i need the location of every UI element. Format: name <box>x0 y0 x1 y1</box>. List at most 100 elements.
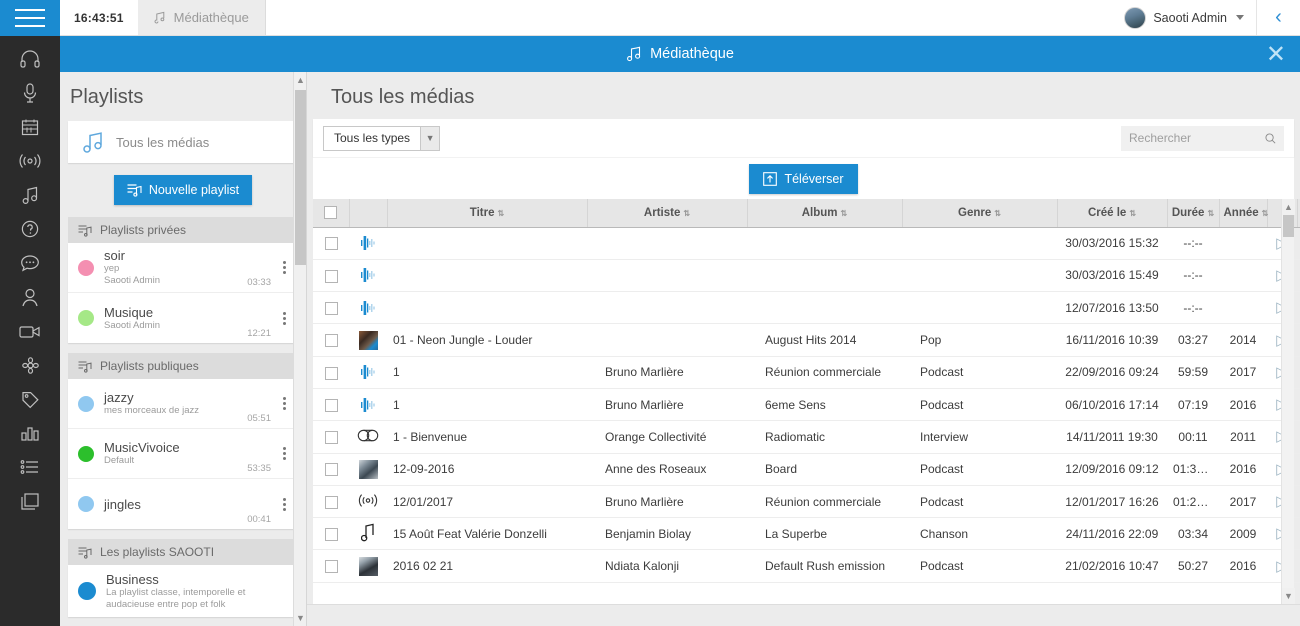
search-input[interactable] <box>1129 131 1259 145</box>
scroll-up-icon[interactable]: ▲ <box>294 72 306 88</box>
filter-bar: Tous les types ▼ <box>313 119 1294 157</box>
row-checkbox[interactable] <box>324 560 338 574</box>
row-select-cell[interactable] <box>313 259 349 293</box>
table-row[interactable]: 12/07/2016 13:50--:--▷ <box>313 291 1300 325</box>
playlist-menu-icon[interactable] <box>279 308 290 329</box>
collapse-panel-button[interactable]: ‹ <box>1256 0 1300 35</box>
playlist-add-icon <box>127 184 142 197</box>
header-artist[interactable]: Artiste ⇅ <box>587 199 748 228</box>
header-title[interactable]: Titre ⇅ <box>387 199 588 228</box>
row-checkbox[interactable] <box>324 431 338 445</box>
row-checkbox[interactable] <box>324 495 338 509</box>
table-row[interactable]: 12-09-2016 Anne des Roseaux Board Podcast 12… <box>313 453 1300 486</box>
row-checkbox[interactable] <box>324 237 338 251</box>
menu-hamburger-button[interactable] <box>0 0 60 36</box>
settings-flower-icon[interactable] <box>0 348 60 382</box>
row-select-cell[interactable] <box>313 485 349 519</box>
row-checkbox[interactable] <box>324 301 338 315</box>
table-row[interactable]: 2016 02 21 Ndiata Kalonji Default Rush emi… <box>313 549 1300 583</box>
table-row[interactable]: 1 Bruno Marlière Réunion commerciale Podcas… <box>313 356 1300 389</box>
row-checkbox[interactable] <box>324 366 338 380</box>
broadcast-icon[interactable] <box>0 144 60 178</box>
row-title <box>387 259 587 293</box>
list-item[interactable]: jingles 00:41 <box>68 479 298 529</box>
row-select-cell[interactable] <box>313 517 349 551</box>
list-item[interactable]: soir yep Saooti Admin 03:33 <box>68 243 298 293</box>
playlist-menu-icon[interactable] <box>279 257 290 278</box>
playlist-menu-icon[interactable] <box>279 494 290 515</box>
table-row[interactable]: 01 - Neon Jungle - Louder August Hits 201… <box>313 323 1300 357</box>
list-settings-icon[interactable] <box>0 450 60 484</box>
row-select-cell[interactable] <box>313 356 349 389</box>
list-item[interactable]: jazzy mes morceaux de jazz 05:51 <box>68 379 298 429</box>
playlist-menu-icon[interactable] <box>279 443 290 464</box>
chat-icon[interactable] <box>0 246 60 280</box>
row-select-cell[interactable] <box>313 453 349 486</box>
video-camera-icon[interactable] <box>0 314 60 348</box>
row-checkbox[interactable] <box>324 463 338 477</box>
row-checkbox[interactable] <box>324 398 338 412</box>
scrollbar-thumb[interactable] <box>1283 215 1294 237</box>
help-icon[interactable] <box>0 212 60 246</box>
search-box[interactable] <box>1121 125 1284 151</box>
table-row[interactable]: 1 - Bienvenue Orange Collectivité Radiomat… <box>313 420 1300 454</box>
select-all-checkbox[interactable] <box>324 206 338 220</box>
new-playlist-button[interactable]: Nouvelle playlist <box>113 175 253 205</box>
header-album[interactable]: Album ⇅ <box>747 199 903 228</box>
row-checkbox[interactable] <box>324 269 338 283</box>
table-row[interactable]: 1 Bruno Marlière 6eme Sens Podcast 06/10/201… <box>313 388 1300 422</box>
scroll-up-icon[interactable]: ▲ <box>1282 199 1295 215</box>
table-row[interactable]: 15 Août Feat Valérie Donzelli Benjamin Bi… <box>313 517 1300 551</box>
row-thumb-cell <box>349 517 387 551</box>
all-media-item[interactable]: Tous les médias <box>68 121 298 163</box>
row-artist: Bruno Marlière <box>587 356 747 389</box>
upload-button[interactable]: Téléverser <box>749 163 858 194</box>
row-thumb-cell <box>349 453 387 486</box>
tab-mediatheque[interactable]: Médiathèque <box>137 0 266 35</box>
layers-icon[interactable] <box>0 484 60 518</box>
search-icon[interactable] <box>1265 132 1276 145</box>
close-icon[interactable]: ✕ <box>1266 36 1286 72</box>
table-row[interactable]: 12/01/2017 Bruno Marlière Réunion commerci… <box>313 485 1300 519</box>
playlist-menu-icon[interactable] <box>279 393 290 414</box>
row-checkbox[interactable] <box>324 334 338 348</box>
header-genre[interactable]: Genre ⇅ <box>902 199 1058 228</box>
sort-icon[interactable]: ⇅ <box>1207 209 1214 218</box>
scroll-down-icon[interactable]: ▼ <box>1282 588 1295 604</box>
table-row[interactable]: 30/03/2016 15:32--:--▷ <box>313 227 1300 260</box>
row-checkbox[interactable] <box>324 527 338 541</box>
header-select-all[interactable] <box>313 199 350 228</box>
user-menu[interactable]: Saooti Admin <box>1112 0 1256 35</box>
microphone-icon[interactable] <box>0 76 60 110</box>
sort-icon[interactable]: ⇅ <box>683 209 690 218</box>
list-item[interactable]: Musique Saooti Admin 12:21 <box>68 293 298 343</box>
list-item[interactable]: MusicVivoice Default 53:35 <box>68 429 298 479</box>
calendar-icon[interactable] <box>0 110 60 144</box>
list-item[interactable]: Business La playlist classe, intemporell… <box>68 565 298 617</box>
scroll-down-icon[interactable]: ▼ <box>294 610 306 626</box>
header-duration[interactable]: Durée ⇅ <box>1167 199 1220 228</box>
row-select-cell[interactable] <box>313 420 349 454</box>
headphones-icon[interactable] <box>0 42 60 76</box>
sort-icon[interactable]: ⇅ <box>1262 209 1269 218</box>
sort-icon[interactable]: ⇅ <box>498 209 505 218</box>
row-select-cell[interactable] <box>313 291 349 325</box>
scrollbar-thumb[interactable] <box>295 90 306 265</box>
user-icon[interactable] <box>0 280 60 314</box>
sort-icon[interactable]: ⇅ <box>841 209 848 218</box>
playlists-scrollbar[interactable]: ▲ ▼ <box>293 72 306 626</box>
bar-chart-icon[interactable] <box>0 416 60 450</box>
header-created[interactable]: Créé le ⇅ <box>1057 199 1168 228</box>
type-filter-select[interactable]: Tous les types ▼ <box>323 125 441 151</box>
row-select-cell[interactable] <box>313 323 349 357</box>
header-year[interactable]: Année ⇅ <box>1219 199 1269 228</box>
row-select-cell[interactable] <box>313 227 349 260</box>
sort-icon[interactable]: ⇅ <box>1129 209 1136 218</box>
tag-icon[interactable] <box>0 382 60 416</box>
row-select-cell[interactable] <box>313 388 349 422</box>
table-row[interactable]: 30/03/2016 15:49--:--▷ <box>313 259 1300 293</box>
music-note-icon[interactable] <box>0 178 60 212</box>
row-select-cell[interactable] <box>313 549 349 583</box>
sort-icon[interactable]: ⇅ <box>994 209 1001 218</box>
table-scrollbar[interactable]: ▲ ▼ <box>1281 199 1295 604</box>
